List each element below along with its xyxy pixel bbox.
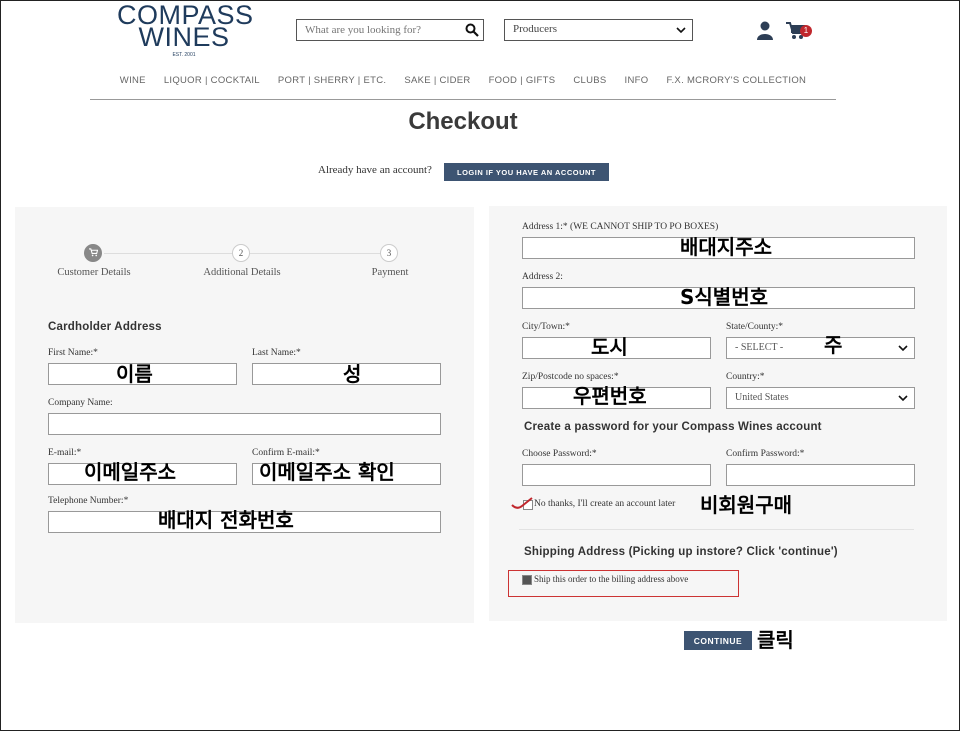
nav-item-sake[interactable]: SAKE | CIDER [395, 73, 479, 99]
phone-annotation: 배대지 전화번호 [158, 508, 294, 532]
address1-annotation: 배대지주소 [680, 235, 772, 259]
state-annotation: 주 [824, 333, 843, 357]
producers-select-value: Producers [513, 23, 557, 35]
zip-label: Zip/Postcode no spaces:* [522, 372, 619, 382]
state-select[interactable]: - SELECT - [726, 337, 915, 359]
city-annotation: 도시 [591, 335, 628, 359]
no-thanks-annotation: 비회원구매 [700, 493, 792, 517]
nav-item-info[interactable]: INFO [616, 73, 658, 99]
cart-icon [88, 248, 98, 257]
choose-password-label: Choose Password:* [522, 449, 597, 459]
country-select-value: United States [735, 392, 789, 403]
confirm-password-label: Confirm Password:* [726, 449, 805, 459]
page-title: Checkout [408, 108, 518, 135]
confirm-password-field[interactable] [726, 464, 915, 486]
zip-annotation: 우편번호 [573, 384, 647, 408]
step-label-customer: Customer Details [57, 267, 131, 278]
continue-button[interactable]: CONTINUE [684, 631, 752, 650]
password-heading: Create a password for your Compass Wines… [524, 421, 822, 433]
section-divider [519, 529, 914, 530]
address-panel [489, 206, 947, 621]
chevron-down-icon [898, 395, 908, 402]
address1-label: Address 1:* (WE CANNOT SHIP TO PO BOXES) [522, 222, 719, 232]
logo-est: EST. 2001 [172, 52, 196, 58]
confirm-email-annotation: 이메일주소 확인 [259, 460, 395, 484]
company-label: Company Name: [48, 398, 113, 408]
producers-select[interactable]: Producers [504, 19, 693, 41]
country-label: Country:* [726, 372, 765, 382]
first-name-annotation: 이름 [116, 362, 153, 386]
shipping-heading: Shipping Address (Picking up instore? Cl… [524, 546, 838, 558]
search-icon[interactable] [465, 23, 479, 37]
nav-item-food[interactable]: FOOD | GIFTS [480, 73, 565, 99]
ship-billing-label: Ship this order to the billing address a… [534, 574, 689, 584]
logo[interactable]: COMPASS WINES [117, 2, 253, 51]
state-label: State/County:* [726, 322, 783, 332]
country-select[interactable]: United States [726, 387, 915, 409]
search-input[interactable] [297, 20, 473, 40]
red-check-mark-icon [511, 497, 533, 509]
nav-item-clubs[interactable]: CLUBS [564, 73, 615, 99]
already-account-text: Already have an account? [318, 164, 432, 176]
email-label: E-mail:* [48, 448, 82, 458]
main-nav: WINE LIQUOR | COCKTAIL PORT | SHERRY | E… [90, 73, 836, 100]
choose-password-field[interactable] [522, 464, 711, 486]
login-button[interactable]: LOGIN IF YOU HAVE AN ACCOUNT [444, 163, 609, 181]
step-1-circle [84, 244, 102, 262]
user-icon[interactable] [756, 21, 774, 40]
cart-count-badge: 1 [800, 25, 812, 37]
confirm-email-label: Confirm E-mail:* [252, 448, 320, 458]
continue-annotation: 클릭 [757, 628, 794, 652]
phone-label: Telephone Number:* [48, 496, 129, 506]
address2-annotation: S식별번호 [680, 285, 769, 309]
city-label: City/Town:* [522, 322, 570, 332]
last-name-annotation: 성 [343, 362, 362, 386]
ship-billing-checkbox[interactable] [522, 575, 532, 585]
cardholder-heading: Cardholder Address [48, 321, 162, 333]
step-3-circle: 3 [380, 244, 398, 262]
search-box[interactable] [296, 19, 484, 41]
first-name-label: First Name:* [48, 348, 98, 358]
nav-item-wine[interactable]: WINE [111, 73, 155, 99]
last-name-label: Last Name:* [252, 348, 301, 358]
state-select-value: - SELECT - [735, 342, 784, 353]
no-thanks-label: No thanks, I'll create an account later [534, 499, 676, 509]
step-label-payment: Payment [371, 267, 409, 278]
step-label-additional: Additional Details [203, 267, 281, 278]
chevron-down-icon [676, 27, 686, 34]
address2-label: Address 2: [522, 272, 563, 282]
nav-item-port[interactable]: PORT | SHERRY | ETC. [269, 73, 395, 99]
company-field[interactable] [48, 413, 441, 435]
step-2-circle: 2 [232, 244, 250, 262]
email-annotation: 이메일주소 [84, 460, 176, 484]
chevron-down-icon [898, 345, 908, 352]
nav-item-fx-mcrory[interactable]: F.X. MCRORY'S COLLECTION [657, 73, 815, 99]
nav-item-liquor[interactable]: LIQUOR | COCKTAIL [155, 73, 269, 99]
